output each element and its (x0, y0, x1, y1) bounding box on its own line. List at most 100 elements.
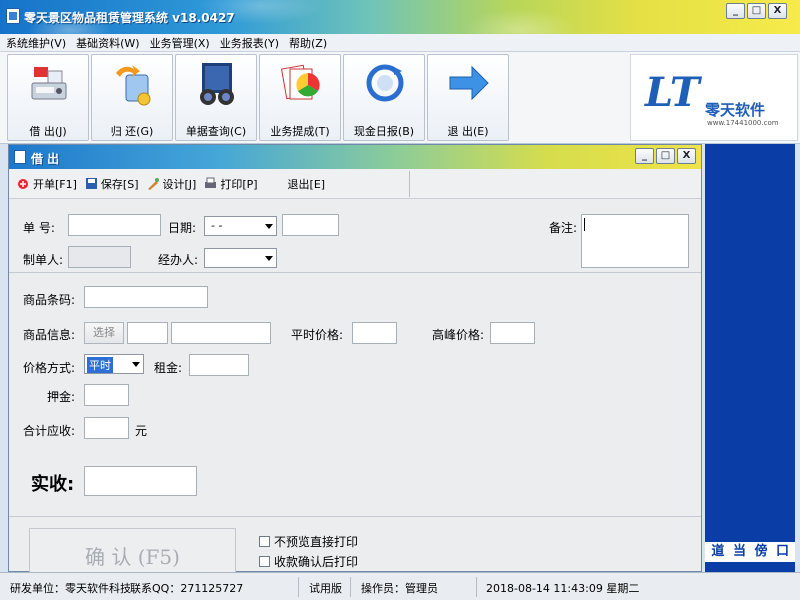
menu-reports[interactable]: 业务报表(Y) (220, 35, 279, 51)
pie-chart-icon (280, 64, 320, 100)
item-info-label: 商品信息: (23, 328, 76, 342)
barcode-label: 商品条码: (23, 293, 76, 307)
total-field[interactable] (84, 417, 129, 439)
minimize-button[interactable]: _ (726, 3, 745, 19)
lend-button[interactable]: 借 出(J) (7, 54, 89, 141)
window-icon (14, 150, 26, 164)
binoculars-icon (200, 63, 234, 105)
print-after-payment-option[interactable]: 收款确认后打印 (259, 553, 358, 570)
lend-window-title-bar: 借 出 _ □ X (9, 145, 701, 169)
refresh-report-icon (366, 64, 404, 102)
cash-report-label: 现金日报(B) (353, 125, 415, 138)
handler-select[interactable] (204, 248, 277, 268)
design-label: 设计[J] (162, 177, 197, 191)
query-label: 单据查询(C) (185, 125, 247, 138)
unit-label: 元 (135, 424, 148, 438)
confirm-button[interactable]: 确 认 (F5) (29, 528, 236, 573)
status-divider (298, 577, 299, 597)
app-icon (6, 8, 20, 24)
design-icon (147, 178, 159, 190)
inner-minimize-button[interactable]: _ (635, 148, 654, 164)
inner-maximize-button[interactable]: □ (656, 148, 675, 164)
date-picker[interactable]: - - (204, 216, 277, 236)
side-panel: 道 当 傍 口 (705, 144, 795, 572)
inner-close-button[interactable]: X (677, 148, 696, 164)
main-toolbar: 借 出(J) 归 还(G) 单据查询(C) 业务提成(T) 现金日报(B) 退 … (0, 52, 800, 144)
exit-label: 退 出(E) (447, 125, 489, 138)
deposit-field[interactable] (84, 384, 129, 406)
edition-label: 试用版 (309, 582, 342, 595)
deposit-label: 押金: (47, 390, 76, 404)
menu-bar: 系统维护(V) 基础资料(W) 业务管理(X) 业务报表(Y) 帮助(Z) (0, 34, 800, 52)
date-label: 日期: (168, 221, 197, 235)
divider (9, 272, 701, 273)
peak-price-field[interactable] (490, 322, 535, 344)
window-title-bar: 零天景区物品租赁管理系统 v18.0427 _ □ X (0, 0, 800, 34)
window-title: 零天景区物品租赁管理系统 v18.0427 (24, 11, 235, 25)
cash-report-button[interactable]: 现金日报(B) (343, 54, 425, 141)
select-item-button[interactable]: 选择 (84, 322, 124, 344)
date-value: - - (211, 219, 223, 232)
commission-button[interactable]: 业务提成(T) (259, 54, 341, 141)
inner-exit-button[interactable]: 退出[E] (288, 176, 326, 192)
design-button[interactable]: 设计[J] (147, 176, 197, 192)
price-mode-value: 平时 (87, 357, 113, 373)
chevron-down-icon (132, 362, 140, 367)
remark-textarea[interactable] (581, 214, 689, 268)
new-order-label: 开单[F1] (33, 177, 77, 191)
order-no-input[interactable] (68, 214, 161, 236)
commission-label: 业务提成(T) (270, 125, 330, 138)
menu-system[interactable]: 系统维护(V) (6, 35, 66, 51)
company-logo: LT 零天软件 www.17441000.com (630, 54, 798, 141)
handler-label: 经办人: (158, 253, 199, 267)
divider (9, 516, 701, 517)
operator-label: 操作员：管理员 (361, 582, 438, 595)
lend-toolbar: 开单[F1] 保存[S] 设计[J] 打印[P] 退出[E] (9, 169, 701, 199)
menu-basic-data[interactable]: 基础资料(W) (76, 35, 139, 51)
rent-label: 租金: (154, 361, 183, 375)
price-mode-label: 价格方式: (23, 361, 76, 375)
datetime-label: 2018-08-14 11:43:09 星期二 (486, 582, 640, 595)
return-button[interactable]: 归 还(G) (91, 54, 173, 141)
received-input[interactable] (84, 466, 197, 496)
inner-exit-label: 退出[E] (287, 177, 326, 191)
toolbar-divider (409, 170, 411, 197)
print-label: 打印[P] (220, 177, 258, 191)
remark-label: 备注: (549, 221, 578, 235)
company-info: 研发单位：零天软件科技 (10, 582, 131, 595)
barcode-input[interactable] (84, 286, 208, 308)
rent-field[interactable] (189, 354, 249, 376)
normal-price-label: 平时价格: (291, 328, 344, 342)
save-button[interactable]: 保存[S] (85, 176, 139, 192)
save-label: 保存[S] (100, 177, 139, 191)
item-code-field[interactable] (127, 322, 168, 344)
item-name-field[interactable] (171, 322, 271, 344)
checkbox[interactable] (259, 556, 270, 567)
query-button[interactable]: 单据查询(C) (175, 54, 257, 141)
scrolling-banner: 道 当 傍 口 (705, 542, 795, 562)
register-icon (31, 67, 67, 100)
close-button[interactable]: X (768, 3, 787, 19)
normal-price-field[interactable] (352, 322, 397, 344)
menu-help[interactable]: 帮助(Z) (289, 35, 327, 51)
print-icon (205, 177, 217, 188)
print-after-payment-label: 收款确认后打印 (274, 555, 359, 569)
menu-business[interactable]: 业务管理(X) (150, 35, 210, 51)
save-icon (85, 178, 97, 189)
arrow-right-icon (449, 65, 489, 101)
print-button[interactable]: 打印[P] (204, 176, 258, 192)
maximize-button[interactable]: □ (747, 3, 766, 19)
peak-price-label: 高峰价格: (432, 328, 485, 342)
chevron-down-icon (265, 224, 273, 229)
time-input[interactable] (282, 214, 339, 236)
lend-window: 借 出 _ □ X 开单[F1] 保存[S] 设计[J] 打印[P] 退出[E]… (8, 144, 702, 573)
checkbox[interactable] (259, 536, 270, 547)
price-mode-select[interactable]: 平时 (84, 354, 144, 374)
chevron-down-icon (265, 256, 273, 261)
logo-text: 零天软件 (705, 101, 766, 119)
no-preview-print-option[interactable]: 不预览直接打印 (259, 533, 358, 550)
new-icon (18, 179, 28, 189)
exit-button[interactable]: 退 出(E) (427, 54, 509, 141)
contact-qq: 联系QQ：271125727 (130, 582, 244, 595)
new-order-button[interactable]: 开单[F1] (17, 176, 77, 192)
